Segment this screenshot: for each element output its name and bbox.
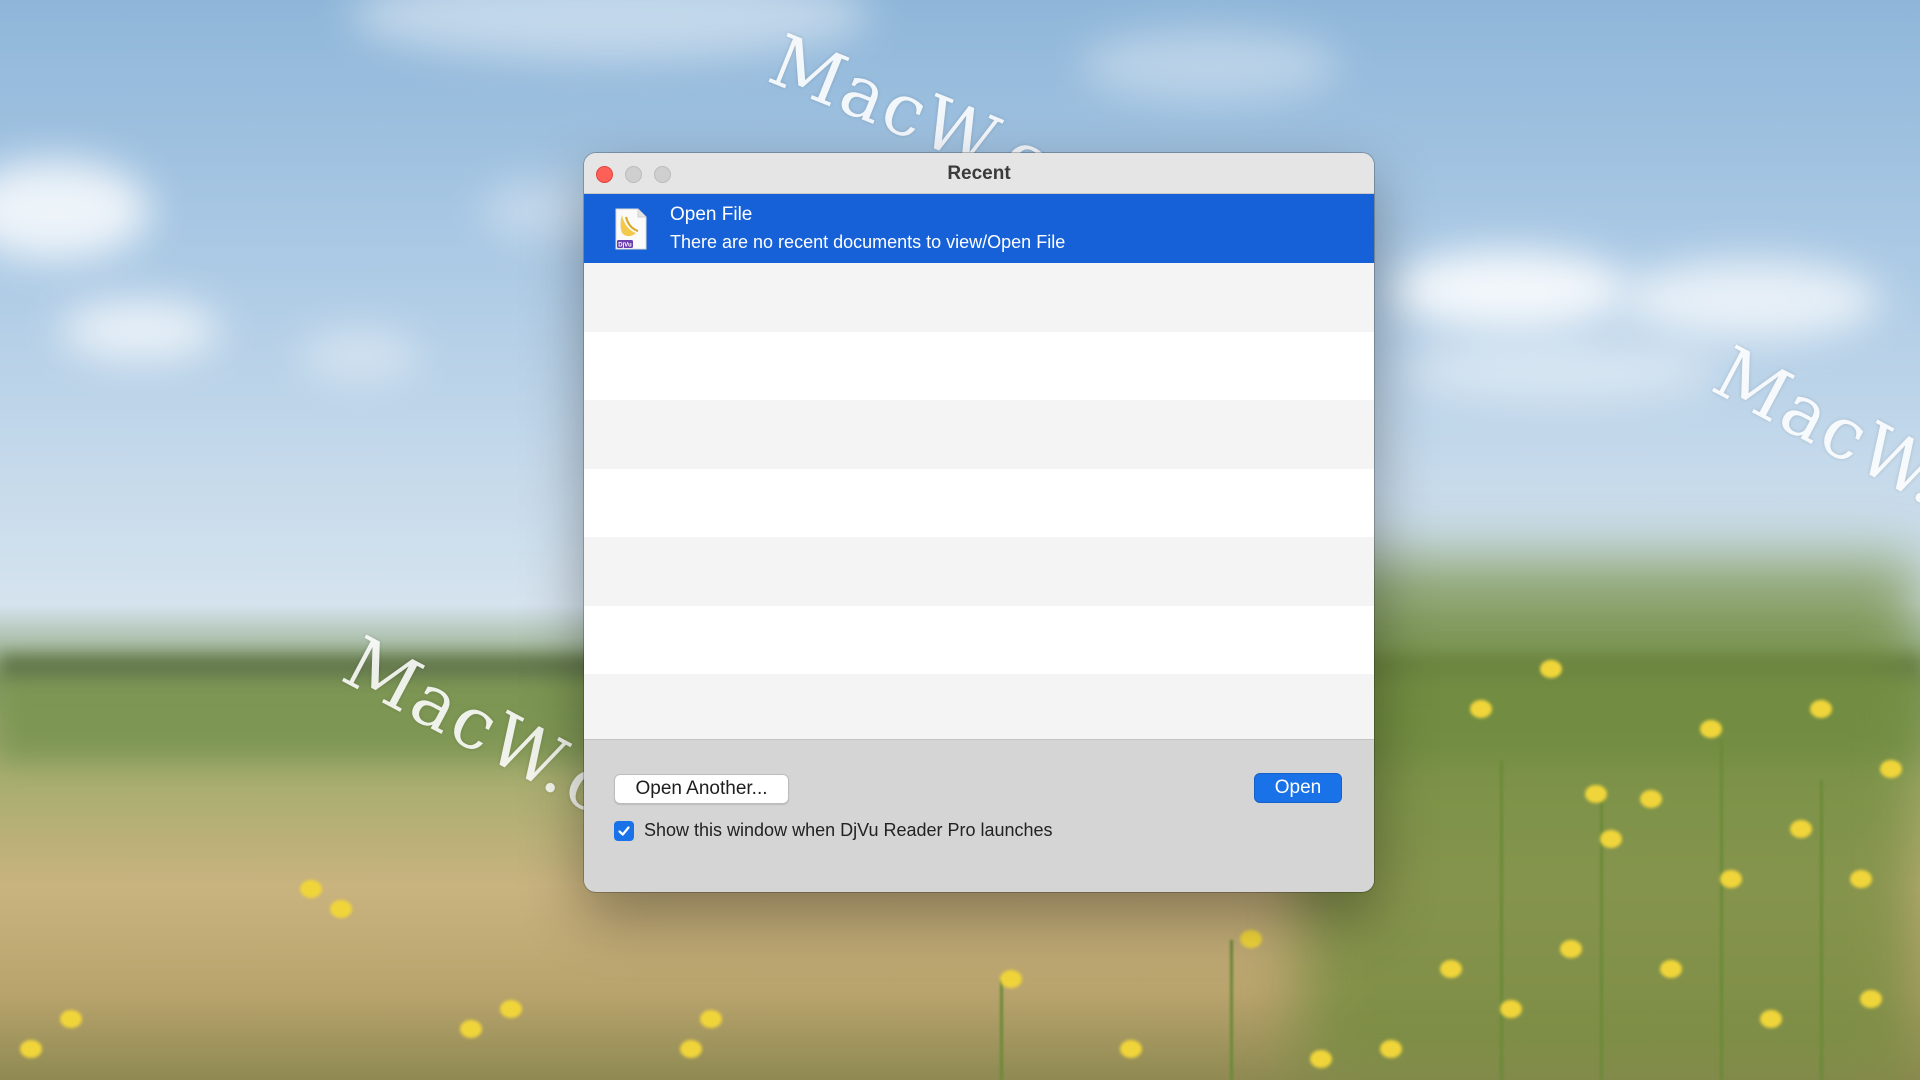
open-button[interactable]: Open bbox=[1254, 773, 1342, 803]
open-another-button[interactable]: Open Another... bbox=[614, 774, 789, 804]
empty-row bbox=[584, 469, 1374, 538]
show-on-launch-option[interactable]: Show this window when DjVu Reader Pro la… bbox=[614, 820, 1053, 841]
empty-row bbox=[584, 263, 1374, 332]
recent-documents-list[interactable]: DjVu Open File There are no recent docum… bbox=[584, 194, 1374, 743]
list-item-title: Open File bbox=[670, 204, 753, 225]
show-on-launch-checkbox[interactable] bbox=[614, 820, 634, 841]
window-footer: Open Another... Open Show this window wh… bbox=[584, 739, 1374, 891]
list-item-subtitle: There are no recent documents to view/Op… bbox=[670, 232, 1066, 252]
empty-row bbox=[584, 537, 1374, 606]
empty-row bbox=[584, 674, 1374, 743]
window-title: Recent bbox=[947, 163, 1011, 184]
title-bar[interactable]: Recent bbox=[584, 153, 1374, 194]
djvu-icon-label: DjVu bbox=[618, 242, 632, 248]
djvu-document-icon: DjVu bbox=[614, 207, 648, 251]
empty-row bbox=[584, 606, 1374, 675]
empty-row bbox=[584, 332, 1374, 401]
checkmark-icon bbox=[618, 825, 630, 836]
list-item-open-file[interactable]: DjVu Open File There are no recent docum… bbox=[584, 194, 1374, 263]
recent-window: Recent DjVu Open File There are no recen… bbox=[584, 153, 1374, 892]
empty-row bbox=[584, 400, 1374, 469]
show-on-launch-label: Show this window when DjVu Reader Pro la… bbox=[644, 820, 1053, 840]
